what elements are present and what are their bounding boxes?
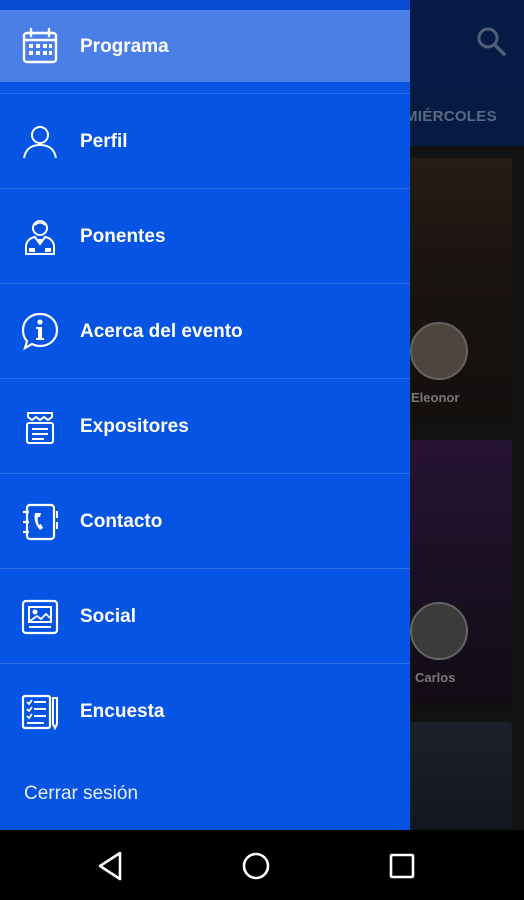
info-icon [20, 311, 60, 351]
menu-item-label: Social [80, 606, 136, 627]
menu-item-label: Acerca del evento [80, 321, 243, 342]
speaker-icon [20, 217, 60, 257]
menu-item-acerca-del-evento[interactable]: Acerca del evento [0, 284, 410, 378]
address-book-icon [20, 502, 60, 542]
back-icon[interactable] [88, 844, 132, 888]
menu-item-encuesta[interactable]: Encuesta [0, 664, 410, 758]
person-icon [20, 122, 60, 162]
menu-item-label: Programa [80, 36, 169, 57]
social-icon [20, 597, 60, 637]
menu-item-ponentes[interactable]: Ponentes [0, 189, 410, 283]
survey-icon [20, 692, 60, 732]
menu-item-label: Perfil [80, 131, 128, 152]
menu-item-label: Expositores [80, 416, 189, 437]
menu-item-label: Ponentes [80, 226, 166, 247]
menu-item-social[interactable]: Social [0, 569, 410, 663]
calendar-icon [20, 26, 60, 66]
exhibitor-icon [20, 407, 60, 447]
logout-link[interactable]: Cerrar sesión [24, 783, 138, 805]
home-icon[interactable] [234, 844, 278, 888]
drawer-header-strip [0, 0, 410, 10]
menu-item-programa[interactable]: Programa [0, 10, 410, 82]
navigation-drawer: Programa Perfil Ponentes Acerca del even… [0, 0, 410, 830]
menu-item-contacto[interactable]: Contacto [0, 474, 410, 568]
system-navigation-bar [0, 830, 524, 900]
menu-item-expositores[interactable]: Expositores [0, 379, 410, 473]
menu-item-label: Contacto [80, 511, 163, 532]
menu-item-label: Encuesta [80, 701, 165, 722]
recents-icon[interactable] [380, 844, 424, 888]
menu-item-perfil[interactable]: Perfil [0, 94, 410, 188]
